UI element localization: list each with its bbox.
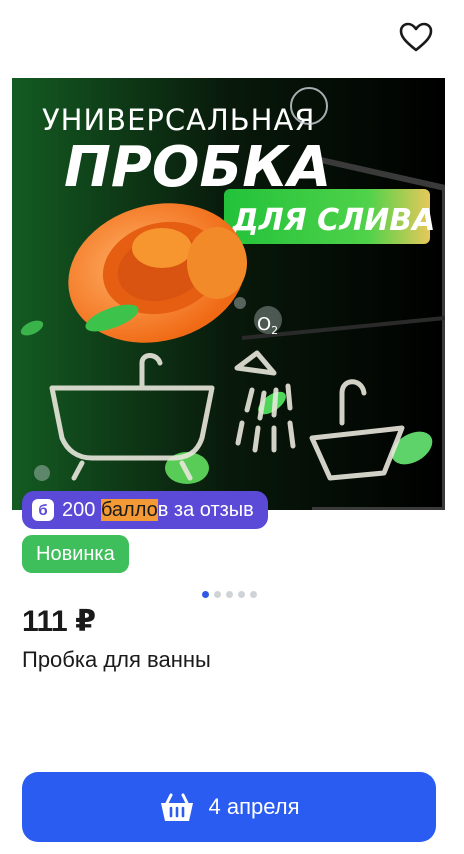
points-text: 200 баллов за отзыв bbox=[62, 498, 254, 521]
basket-icon bbox=[160, 793, 193, 821]
cta-label: 4 апреля bbox=[208, 794, 300, 819]
carousel-dot[interactable] bbox=[238, 591, 245, 598]
points-badge[interactable]: б 200 баллов за отзыв bbox=[22, 491, 268, 529]
add-to-cart-button[interactable]: 4 апреля bbox=[22, 772, 436, 842]
image-headline-3: ДЛЯ СЛИВА bbox=[231, 203, 435, 238]
product-title[interactable]: Пробка для ванны bbox=[22, 647, 211, 673]
favorite-button[interactable] bbox=[396, 18, 436, 56]
product-image[interactable]: УНИВЕРСАЛЬНАЯ ПРОБКА ДЛЯ СЛИВА O2 bbox=[12, 78, 445, 510]
carousel-dot[interactable] bbox=[214, 591, 221, 598]
carousel-dot[interactable] bbox=[226, 591, 233, 598]
new-badge: Новинка bbox=[22, 535, 129, 573]
product-price: 111 ₽ bbox=[22, 605, 96, 638]
points-b-icon: б bbox=[32, 499, 54, 521]
image-headline-1: УНИВЕРСАЛЬНАЯ bbox=[42, 103, 315, 137]
heart-icon bbox=[399, 22, 433, 52]
carousel-dots bbox=[202, 591, 257, 598]
carousel-dot[interactable] bbox=[202, 591, 209, 598]
carousel-dot[interactable] bbox=[250, 591, 257, 598]
